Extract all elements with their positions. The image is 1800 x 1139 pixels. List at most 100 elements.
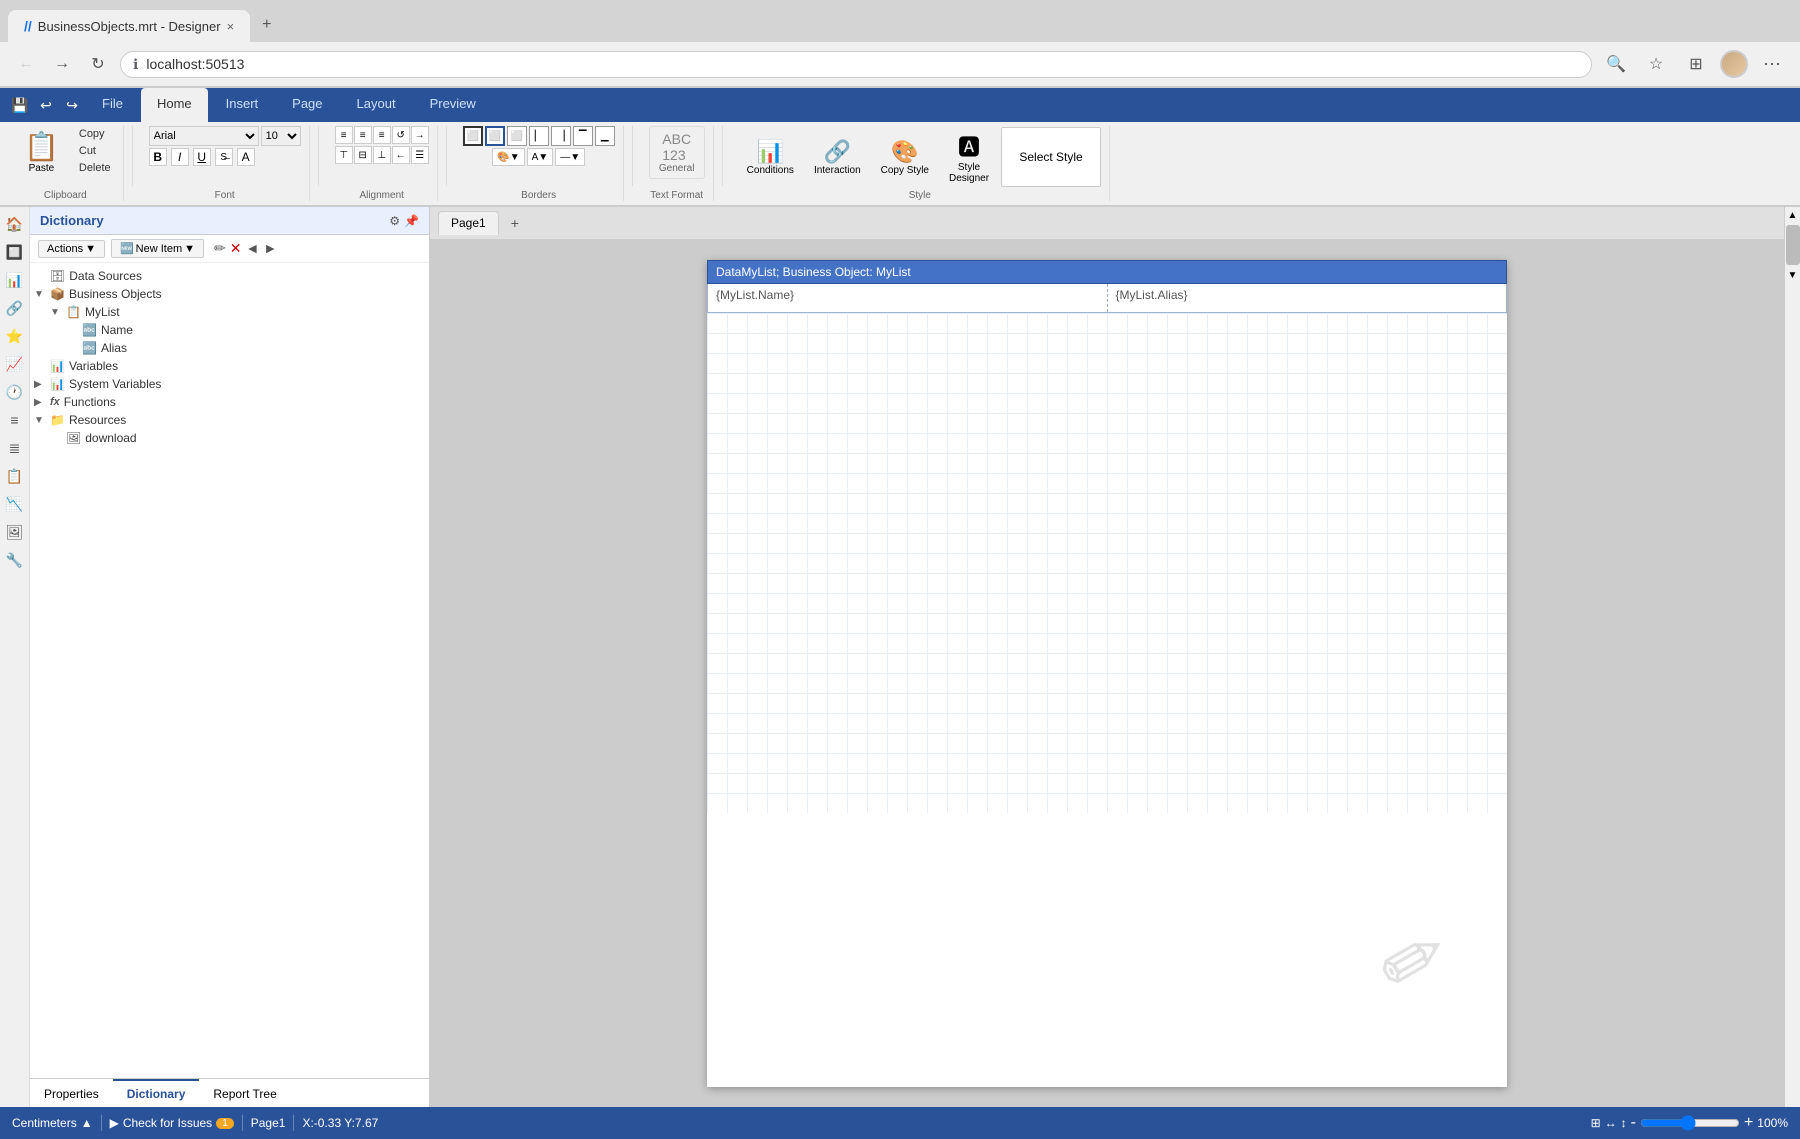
side-icon-data[interactable]: 📊 (2, 267, 28, 293)
tree-item-system-variables[interactable]: ▶ 📊 System Variables (34, 375, 425, 393)
undo-button[interactable]: ↩ (34, 93, 58, 117)
general-button[interactable]: ABC123 General (649, 126, 705, 179)
check-issues-button[interactable]: ▶ Check for Issues 1 (110, 1116, 234, 1130)
side-icon-list1[interactable]: ≡ (2, 407, 28, 433)
border-style-button[interactable]: —▼ (555, 148, 585, 166)
zoom-slider[interactable] (1640, 1115, 1740, 1131)
align-middle-button[interactable]: ⊟ (354, 146, 372, 164)
fit-page-button[interactable]: ⊞ (1591, 1116, 1601, 1130)
font-size-select[interactable]: 10 (261, 126, 301, 146)
interaction-button[interactable]: 🔗 Interaction (806, 135, 869, 180)
bold-button[interactable]: B (149, 148, 167, 166)
fit-height-button[interactable]: ↕ (1621, 1116, 1627, 1130)
tree-item-download[interactable]: 🖼 download (34, 429, 425, 447)
align-left-button[interactable]: ≡ (335, 126, 353, 144)
align-top-button[interactable]: ⊤ (335, 146, 353, 164)
side-icon-link[interactable]: 🔗 (2, 295, 28, 321)
border-bottom-button[interactable]: ▁ (595, 126, 615, 146)
tab-page[interactable]: Page (276, 88, 338, 122)
zoom-minus-button[interactable]: - (1631, 1114, 1636, 1132)
side-icon-table[interactable]: 📋 (2, 463, 28, 489)
new-item-button[interactable]: 🆕 New Item ▼ (111, 239, 204, 258)
unit-selector[interactable]: Centimeters ▲ (12, 1116, 93, 1130)
tab-insert[interactable]: Insert (210, 88, 275, 122)
dictionary-settings-icon[interactable]: ⚙ (389, 214, 400, 228)
address-text[interactable]: localhost:50513 (146, 56, 1579, 72)
zoom-plus-button[interactable]: + (1744, 1114, 1753, 1132)
edit-item-icon[interactable]: ✏ (214, 240, 226, 257)
underline-button[interactable]: U (193, 148, 211, 166)
border-none-button[interactable]: ⬜ (507, 126, 527, 146)
favorites-button[interactable]: ☆ (1640, 48, 1672, 80)
side-icon-star[interactable]: ⭐ (2, 323, 28, 349)
arrow-right-icon[interactable]: ► (263, 240, 277, 257)
align-center-button[interactable]: ≡ (354, 126, 372, 144)
actions-button[interactable]: Actions ▼ (38, 240, 105, 258)
tree-item-alias[interactable]: 🔤 Alias (34, 339, 425, 357)
rotate-button[interactable]: ↺ (392, 126, 410, 144)
side-icon-shapes[interactable]: 🔲 (2, 239, 28, 265)
profile-avatar[interactable] (1720, 50, 1748, 78)
paste-button[interactable]: 📋 Paste (16, 126, 67, 178)
add-page-button[interactable]: + (503, 211, 527, 235)
tab-preview[interactable]: Preview (414, 88, 492, 122)
align-bottom-button[interactable]: ⊥ (373, 146, 391, 164)
forward-button[interactable]: → (48, 50, 76, 78)
align-right-button[interactable]: ≡ (373, 126, 391, 144)
copy-button[interactable]: Copy (75, 126, 115, 142)
tree-item-functions[interactable]: ▶ fx Functions (34, 393, 425, 411)
dictionary-pin-icon[interactable]: 📌 (404, 214, 419, 228)
tab-home[interactable]: Home (141, 88, 208, 122)
italic-button[interactable]: I (171, 148, 189, 166)
side-icon-tools[interactable]: 🔧 (2, 547, 28, 573)
indent-decrease-button[interactable]: ← (392, 146, 410, 164)
redo-button[interactable]: ↪ (60, 93, 84, 117)
cut-button[interactable]: Cut (75, 143, 115, 159)
tree-item-variables[interactable]: 📊 Variables (34, 357, 425, 375)
search-button[interactable]: 🔍 (1600, 48, 1632, 80)
canvas-tab-page1[interactable]: Page1 (438, 211, 499, 235)
border-all-button[interactable]: ⬜ (463, 126, 483, 146)
font-family-select[interactable]: Arial (149, 126, 259, 146)
side-icon-bar[interactable]: 📉 (2, 491, 28, 517)
font-color-button[interactable]: A (237, 148, 255, 166)
tab-properties[interactable]: Properties (30, 1079, 113, 1107)
list-button[interactable]: ☰ (411, 146, 429, 164)
refresh-button[interactable]: ↻ (84, 50, 112, 78)
scroll-down-button[interactable]: ▼ (1785, 267, 1800, 283)
tab-layout[interactable]: Layout (341, 88, 412, 122)
tab-close-button[interactable]: × (227, 19, 235, 34)
tree-item-mylist[interactable]: ▼ 📋 MyList (34, 303, 425, 321)
tab-dictionary[interactable]: Dictionary (113, 1079, 200, 1107)
active-tab[interactable]: // BusinessObjects.mrt - Designer × (8, 10, 250, 42)
side-icon-list2[interactable]: ≣ (2, 435, 28, 461)
arrow-left-icon[interactable]: ◄ (246, 240, 260, 257)
strikethrough-button[interactable]: S̶ (215, 148, 233, 166)
tree-item-business-objects[interactable]: ▼ 📦 Business Objects (34, 285, 425, 303)
fit-width-button[interactable]: ↔ (1605, 1116, 1617, 1130)
save-icon-button[interactable]: 💾 (8, 93, 32, 117)
tab-report-tree[interactable]: Report Tree (199, 1079, 290, 1107)
more-options-button[interactable]: ⋯ (1756, 48, 1788, 80)
side-icon-clock[interactable]: 🕐 (2, 379, 28, 405)
new-tab-button[interactable]: + (250, 8, 283, 42)
delete-item-icon[interactable]: ✕ (230, 240, 242, 257)
color-picker-button[interactable]: 🎨▼ (492, 148, 524, 166)
border-right-button[interactable]: ▕ (551, 126, 571, 146)
back-button[interactable]: ← (12, 50, 40, 78)
tree-item-name[interactable]: 🔤 Name (34, 321, 425, 339)
tree-item-data-sources[interactable]: 🗄 Data Sources (34, 267, 425, 285)
border-outer-button[interactable]: ⬜ (485, 126, 505, 146)
side-icon-image[interactable]: 🖼 (2, 519, 28, 545)
side-icon-home[interactable]: 🏠 (2, 211, 28, 237)
border-top-button[interactable]: ▔ (573, 126, 593, 146)
conditions-button[interactable]: 📊 Conditions (739, 135, 802, 180)
border-left-button[interactable]: ▏ (529, 126, 549, 146)
tree-item-resources[interactable]: ▼ 📁 Resources (34, 411, 425, 429)
indent-increase-button[interactable]: → (411, 126, 429, 144)
delete-button[interactable]: Delete (75, 160, 115, 176)
copy-style-button[interactable]: 🎨 Copy Style (873, 135, 937, 180)
fill-color-button[interactable]: A▼ (527, 148, 554, 166)
side-icon-chart[interactable]: 📈 (2, 351, 28, 377)
style-designer-button[interactable]: 🅰 Style Designer (941, 126, 997, 188)
